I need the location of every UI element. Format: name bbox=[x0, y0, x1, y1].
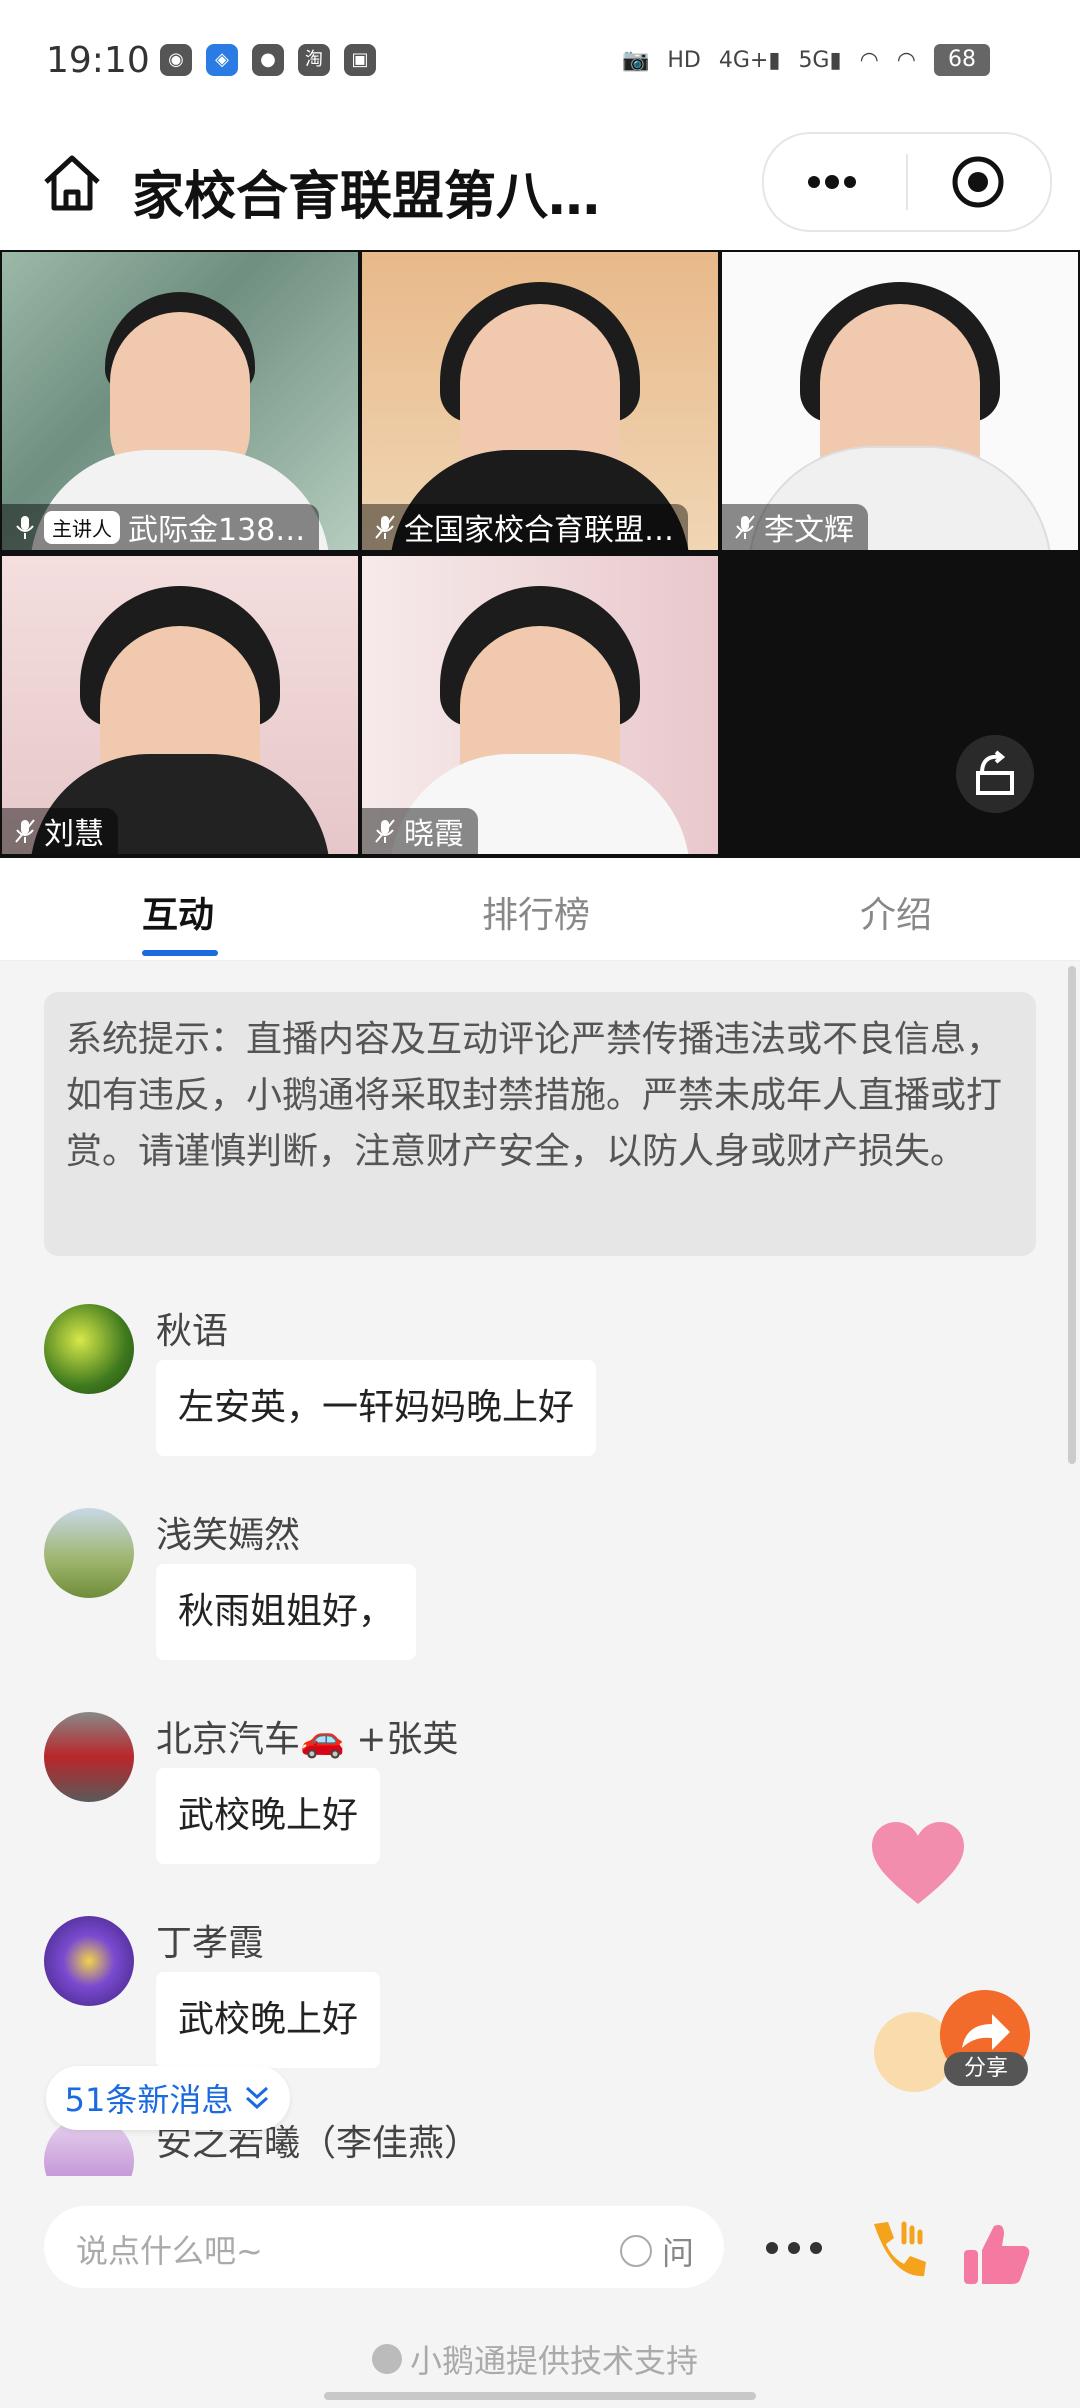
participant-tag: 晓霞 bbox=[362, 808, 478, 854]
message-bubble: 武校晚上好 bbox=[156, 1768, 381, 1864]
like-icon[interactable] bbox=[962, 2216, 1032, 2288]
camera-icon: 📷 bbox=[621, 47, 650, 73]
tech-support-credit: 小鹅通提供技术支持 bbox=[372, 2336, 698, 2382]
signal-5g-icon: 5G▮ bbox=[798, 47, 842, 73]
active-tab-indicator bbox=[142, 950, 218, 956]
message-bubble: 武校晚上好 bbox=[156, 1972, 381, 2068]
question-toggle[interactable]: 问 bbox=[619, 2228, 694, 2274]
comment-placeholder: 说点什么吧~ bbox=[76, 2232, 263, 2270]
more-options-icon[interactable] bbox=[764, 2240, 824, 2256]
wifi-icon: ◠ bbox=[859, 47, 879, 73]
xiaoe-logo-icon bbox=[372, 2344, 402, 2374]
question-label: 问 bbox=[661, 2234, 694, 2272]
mic-muted-icon bbox=[375, 819, 395, 843]
video-tile[interactable]: 李文辉 bbox=[722, 252, 1078, 550]
battery-indicator: 68 bbox=[934, 44, 990, 76]
heart-icon bbox=[872, 1822, 964, 1904]
wifi2-icon: ◠ bbox=[896, 47, 916, 73]
system-notice: 系统提示：直播内容及互动评论严禁传播违法或不良信息，如有违反，小鹅通将采取封禁措… bbox=[44, 992, 1036, 1256]
input-bar: 说点什么吧~ 问 bbox=[0, 2176, 1080, 2316]
capsule-menu bbox=[762, 132, 1052, 232]
new-messages-label: 51条新消息 bbox=[64, 2081, 234, 2119]
capsule-divider bbox=[906, 154, 908, 210]
participant-tag: 主讲人 武际金138… bbox=[2, 504, 320, 550]
avatar[interactable] bbox=[44, 1304, 134, 1394]
page-title: 家校合育联盟第八… bbox=[132, 167, 601, 227]
status-bar: 19:10 ◉ ◈ ● 淘 ▣ 📷 HD 4G+▮ 5G▮ ◠ ◠ 68 bbox=[0, 0, 1080, 126]
message-user: 浅笑嫣然 bbox=[156, 1515, 301, 1556]
avatar[interactable] bbox=[44, 1712, 134, 1802]
mic-icon bbox=[16, 516, 34, 539]
participant-tag: 刘慧 bbox=[2, 808, 118, 854]
home-icon[interactable] bbox=[36, 146, 108, 218]
hd-icon: HD bbox=[667, 47, 701, 73]
host-badge: 主讲人 bbox=[44, 510, 120, 544]
mini-program-header: 家校合育联盟第八… bbox=[0, 126, 1080, 250]
participant-name: 刘慧 bbox=[44, 817, 104, 852]
more-icon[interactable] bbox=[800, 164, 864, 200]
participant-name: 全国家校合育联盟… bbox=[404, 513, 674, 548]
message-user: 北京汽车🚗 +张英 bbox=[156, 1719, 459, 1760]
system-icons: 📷 HD 4G+▮ 5G▮ ◠ ◠ 68 bbox=[622, 44, 990, 76]
participant-tag: 李文辉 bbox=[722, 504, 868, 550]
mic-muted-icon bbox=[735, 515, 755, 539]
question-checkbox[interactable] bbox=[619, 2235, 652, 2267]
message-user: 秋语 bbox=[156, 1311, 229, 1352]
avatar[interactable] bbox=[44, 1916, 134, 2006]
app2-icon: ▣ bbox=[344, 44, 376, 76]
video-tile[interactable]: 晓霞 bbox=[362, 556, 718, 854]
signal-4g-icon: 4G+▮ bbox=[718, 47, 781, 73]
wechat-icon: ◉ bbox=[160, 44, 192, 76]
tab-intro[interactable]: 介绍 bbox=[860, 886, 932, 938]
double-chevron-down-icon bbox=[246, 2086, 269, 2110]
video-grid: 主讲人 武际金138… 全国家校合育联盟… 李文辉 刘慧 晓霞 bbox=[0, 250, 1080, 858]
tab-interaction[interactable]: 互动 bbox=[142, 886, 214, 938]
mic-muted-icon bbox=[375, 515, 395, 539]
close-target-icon[interactable] bbox=[950, 154, 1006, 210]
video-tile[interactable]: 刘慧 bbox=[2, 556, 358, 854]
video-tile[interactable]: 主讲人 武际金138… bbox=[2, 252, 358, 550]
message-bubble: 秋雨姐姐好， bbox=[156, 1564, 417, 1660]
share-label[interactable]: 分享 bbox=[944, 2052, 1028, 2086]
home-indicator[interactable] bbox=[324, 2392, 756, 2400]
rotate-screen-icon[interactable] bbox=[956, 735, 1034, 813]
tab-bar: 互动 排行榜 介绍 bbox=[0, 858, 1080, 961]
participant-name: 晓霞 bbox=[404, 817, 464, 852]
taobao-icon: 淘 bbox=[298, 44, 330, 76]
new-messages-button[interactable]: 51条新消息 bbox=[46, 2066, 290, 2130]
participant-tag: 全国家校合育联盟… bbox=[362, 504, 688, 550]
video-tile[interactable]: 全国家校合育联盟… bbox=[362, 252, 718, 550]
phone-icon[interactable] bbox=[862, 2214, 934, 2286]
message-bubble: 左安英，一轩妈妈晚上好 bbox=[156, 1360, 597, 1456]
message-user: 丁孝霞 bbox=[156, 1923, 265, 1964]
participant-name: 武际金138… bbox=[128, 513, 306, 548]
participant-name: 李文辉 bbox=[764, 513, 854, 548]
app-icon: ◈ bbox=[206, 44, 238, 76]
avatar[interactable] bbox=[44, 1508, 134, 1598]
comment-input[interactable]: 说点什么吧~ 问 bbox=[44, 2206, 724, 2288]
status-time: 19:10 bbox=[46, 40, 150, 81]
mic-muted-icon bbox=[15, 819, 35, 843]
tab-leaderboard[interactable]: 排行榜 bbox=[482, 886, 590, 938]
chat-icon: ● bbox=[252, 44, 284, 76]
scrollbar[interactable] bbox=[1068, 966, 1076, 1464]
credit-text: 小鹅通提供技术支持 bbox=[410, 2342, 699, 2380]
notification-icons: ◉ ◈ ● 淘 ▣ bbox=[160, 44, 376, 76]
